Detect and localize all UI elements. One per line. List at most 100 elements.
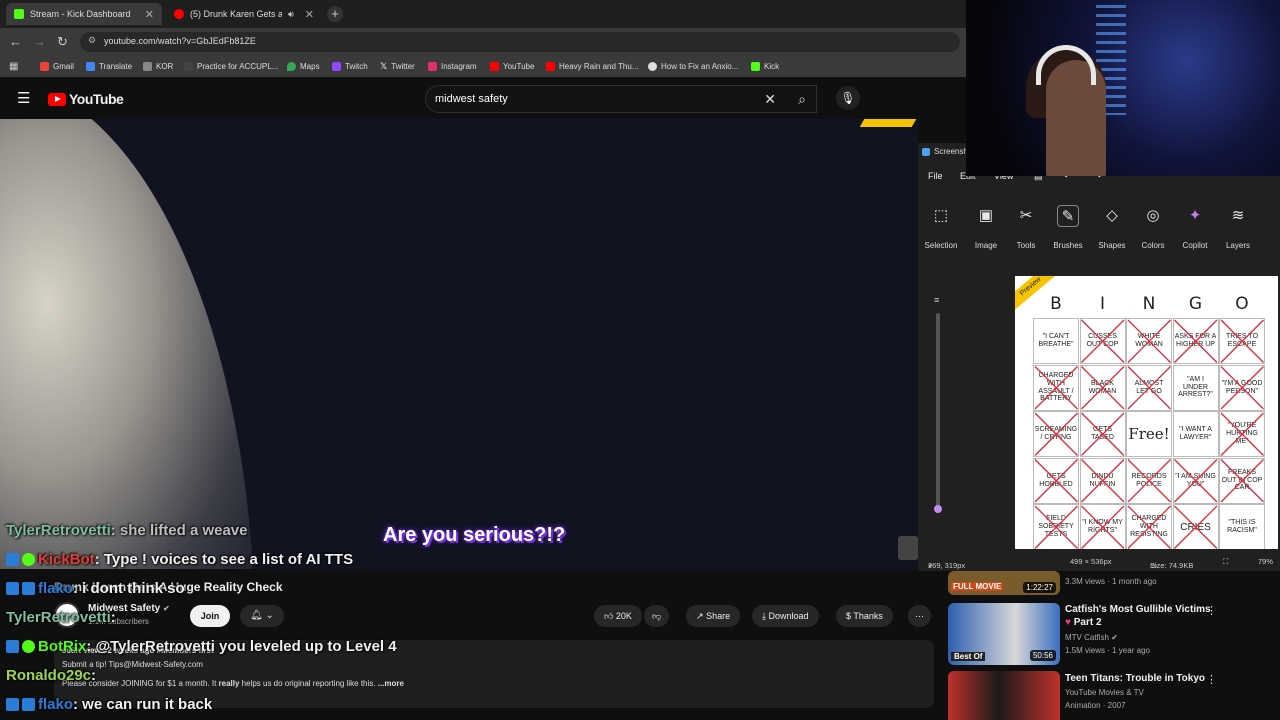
tool-colors[interactable]: ◎ Colors: [1131, 205, 1175, 250]
url-field[interactable]: ⚙ youtube.com/watch?v=GbJEdFb81ZE: [80, 32, 960, 52]
copilot-icon: ✦: [1188, 207, 1202, 224]
back-icon[interactable]: ←: [9, 34, 22, 49]
instagram-icon: [428, 61, 437, 71]
description-line: Submit a tip! Tips@Midwest-Safety.com: [62, 660, 203, 669]
channel-watermark-icon[interactable]: [898, 536, 918, 560]
bookmark-label: Gmail: [53, 61, 74, 71]
brush-size-icon: ≡: [934, 295, 940, 305]
channel-name: YouTube Movies & TV: [1065, 688, 1144, 697]
speaker-icon[interactable]: 🔊︎: [288, 9, 294, 20]
selection-icon: ⬚: [933, 207, 949, 224]
twitch-icon: [332, 61, 341, 71]
join-button[interactable]: Join: [190, 605, 230, 627]
chat-username: KickBot: [38, 551, 95, 568]
canvas-dimensions: 499 × 536px: [1070, 557, 1112, 566]
clear-search-icon[interactable]: ✕: [764, 91, 776, 108]
brush-icon: ✎: [1057, 205, 1079, 227]
gmail-icon: [40, 61, 49, 71]
tool-selection[interactable]: ⬚ Selection: [919, 205, 963, 250]
notification-bell-button[interactable]: 🔔︎ ⌄: [240, 605, 284, 627]
tool-label: Copilot: [1182, 241, 1208, 250]
zoom-level[interactable]: 79%: [1258, 557, 1273, 566]
bingo-card-canvas[interactable]: Preview B I N G O "I CAN'T BREATHE" CUSSES OUT…: [1015, 276, 1278, 549]
video-thumbnail[interactable]: FULL MOVIE 1:22:27: [948, 571, 1060, 595]
verified-badge-icon: [6, 698, 19, 711]
hamburger-menu-icon[interactable]: ☰: [17, 89, 30, 107]
video-player[interactable]: [0, 119, 918, 569]
tab-youtube-video[interactable]: (5) Drunk Karen Gets a Hug 🔊︎ ✕: [166, 3, 322, 25]
more-actions-button[interactable]: ⋯: [908, 605, 931, 627]
heart-icon: ♥: [1065, 617, 1071, 628]
verified-badge-icon: [6, 640, 19, 653]
bookmark-youtube[interactable]: YouTube: [490, 61, 535, 71]
search-input[interactable]: midwest safety ✕: [425, 85, 817, 113]
tool-layers[interactable]: ≋ Layers: [1216, 205, 1260, 250]
bookmark-label: Maps: [300, 61, 320, 71]
close-icon[interactable]: ✕: [145, 8, 154, 21]
chat-text: : @TylerRetrovetti you leveled up to Lev…: [86, 638, 397, 655]
verified-icon: ✔: [1111, 633, 1118, 642]
forward-icon[interactable]: →: [33, 34, 46, 49]
verified-badge-icon: [6, 582, 19, 595]
image-icon: ▣: [978, 207, 994, 224]
thumbnail-label: FULL MOVIE: [951, 582, 1004, 591]
tool-copilot[interactable]: ✦ Copilot: [1173, 205, 1217, 250]
tool-label: Selection: [924, 241, 958, 250]
page-icon: [648, 61, 657, 71]
close-icon[interactable]: ✕: [305, 8, 314, 21]
like-button[interactable]: 👍︎ 20K: [594, 605, 642, 627]
tab-kick-dashboard[interactable]: Stream - Kick Dashboard ✕: [6, 3, 162, 25]
search-icon[interactable]: ⌕: [786, 85, 818, 113]
dislike-button[interactable]: 👎︎: [644, 605, 670, 627]
tool-label: Tools: [1016, 241, 1036, 250]
more-vertical-icon[interactable]: ⋮: [1206, 673, 1217, 686]
bookmark-twitch[interactable]: Twitch: [332, 61, 368, 71]
logo-text: YouTube: [69, 91, 124, 107]
reload-icon[interactable]: ↻: [57, 34, 68, 50]
chat-message: TylerRetrovetti: she lifted a weave: [6, 522, 248, 539]
bookmark-kick[interactable]: Kick: [751, 61, 779, 71]
new-tab-button[interactable]: +: [327, 6, 343, 22]
kor-icon: [143, 61, 152, 71]
tool-brushes[interactable]: ✎ Brushes: [1046, 205, 1090, 250]
bookmark-heavy-rain[interactable]: Heavy Rain and Thu...: [546, 61, 638, 71]
brush-size-slider[interactable]: [936, 313, 940, 513]
apps-grid-icon[interactable]: ▦: [9, 61, 18, 72]
bookmark-accuplacer[interactable]: Practice for ACCUPL...: [184, 61, 278, 71]
video-title: Teen Titans: Trouble in Tokyo: [1065, 673, 1206, 684]
youtube-icon: [490, 61, 499, 71]
bookmark-label: Translate: [99, 61, 133, 71]
chat-username: flako: [38, 580, 74, 597]
tool-image[interactable]: ▣ Image: [964, 205, 1008, 250]
slider-handle[interactable]: [934, 505, 942, 513]
tool-shapes[interactable]: ◇ Shapes: [1090, 205, 1134, 250]
thanks-button[interactable]: $ Thanks: [836, 605, 893, 627]
site-info-icon[interactable]: ⚙: [88, 35, 96, 46]
fit-icon[interactable]: ⛶: [1223, 557, 1228, 567]
download-button[interactable]: ⤓ Download: [752, 605, 819, 627]
bookmark-anxiety[interactable]: How to Fix an Anxio...: [648, 61, 738, 71]
show-more-link[interactable]: ...more: [378, 679, 404, 688]
bookmark-label: Twitter: [391, 61, 415, 71]
bookmark-twitter[interactable]: 𝕏 Twitter: [380, 61, 415, 72]
youtube-logo[interactable]: YouTube: [48, 91, 124, 107]
bookmark-gmail[interactable]: Gmail: [40, 61, 74, 71]
x-logo-icon: 𝕏: [380, 60, 388, 71]
share-button[interactable]: ↗ Share: [686, 605, 741, 627]
bookmark-translate[interactable]: Translate: [86, 61, 133, 71]
more-vertical-icon[interactable]: ⋮: [1206, 604, 1217, 617]
verified-icon: ✔: [163, 604, 170, 613]
bookmark-kor[interactable]: KOR: [143, 61, 173, 71]
maps-pin-icon: [287, 61, 296, 71]
bookmark-instagram[interactable]: Instagram: [428, 61, 477, 71]
bookmark-label: YouTube: [503, 61, 535, 71]
video-thumbnail[interactable]: Best Of 50:56: [948, 603, 1060, 665]
microphone-icon[interactable]: 🎙︎: [836, 86, 860, 110]
chat-text: :: [91, 667, 97, 684]
more-horizontal-icon: ⋯: [915, 611, 924, 621]
menu-file[interactable]: File: [928, 171, 943, 181]
bookmark-maps[interactable]: Maps: [287, 61, 320, 71]
chat-text: : she lifted a weave: [110, 522, 248, 539]
tool-tools[interactable]: ✂ Tools: [1004, 205, 1048, 250]
video-thumbnail[interactable]: [948, 671, 1060, 720]
